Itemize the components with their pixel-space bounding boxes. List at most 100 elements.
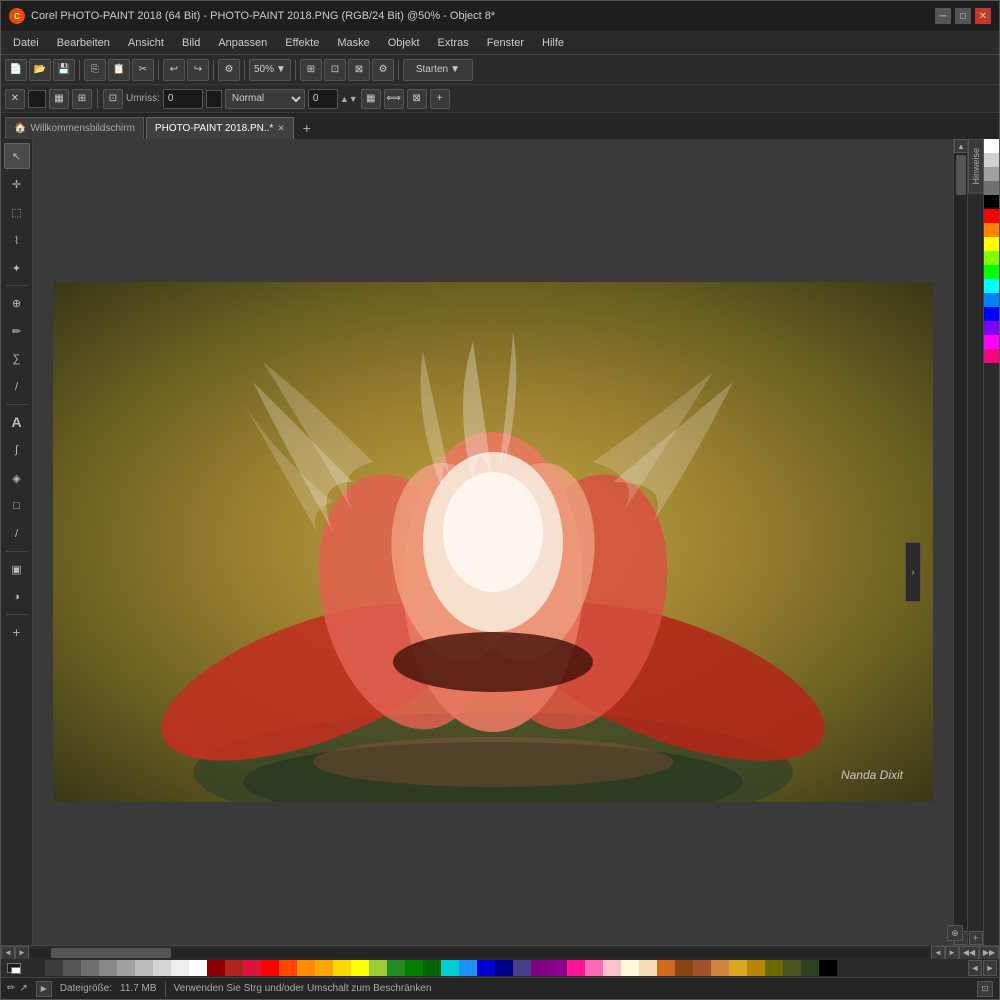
palette-next-btn[interactable]: ► [983,960,997,976]
tool-paint-bucket[interactable]: ◈ [4,465,30,491]
open-file-button[interactable]: 📂 [29,59,51,81]
maximize-button[interactable]: □ [955,8,971,24]
color-swatch-cyan[interactable] [984,279,999,293]
bc-swatch-armygreen[interactable] [783,960,801,976]
bc-swatch-sienna[interactable] [693,960,711,976]
bc-swatch-1[interactable] [45,960,63,976]
scroll-thumb[interactable] [956,155,966,195]
minimize-button[interactable]: ─ [935,8,951,24]
h-scroll-left-btn[interactable]: ◄ [1,946,15,960]
cut-button[interactable]: ✂ [132,59,154,81]
tool-zoom[interactable]: ⊕ [4,290,30,316]
menu-ansicht[interactable]: Ansicht [120,35,172,51]
tb2-arrow-btn[interactable]: ⟺ [384,89,404,109]
tab-file[interactable]: PHOTO-PAINT 2018.PN..* ✕ [146,117,294,139]
color-swatch-yellow[interactable] [984,237,999,251]
bc-swatch-wheat[interactable] [639,960,657,976]
color-swatch-blue[interactable] [984,293,999,307]
menu-maske[interactable]: Maske [329,35,377,51]
bc-swatch-yellow[interactable] [351,960,369,976]
status-info-btn[interactable]: ▶ [36,981,52,997]
bc-swatch-5[interactable] [117,960,135,976]
bc-swatch-4[interactable] [99,960,117,976]
menu-fenster[interactable]: Fenster [479,35,532,51]
bc-swatch-orangered[interactable] [279,960,297,976]
undo-button[interactable]: ↩ [163,59,185,81]
panel-collapse-btn[interactable]: › [905,542,921,602]
color-swatch-black[interactable] [984,195,999,209]
settings-wheel[interactable]: ⚙ [218,59,240,81]
menu-anpassen[interactable]: Anpassen [210,35,275,51]
scroll-up-btn[interactable]: ▲ [954,139,968,153]
bc-swatch-darkarmygreen[interactable] [801,960,819,976]
tool-add-plus[interactable]: + [4,619,30,645]
hints-plus-btn[interactable]: + [969,931,983,945]
tb2-checkerboard[interactable]: ▦ [361,89,381,109]
h-scroll-extra1[interactable]: ◀◀ [959,946,979,960]
view-btn1[interactable]: ⊞ [300,59,322,81]
bc-swatch-olive[interactable] [765,960,783,976]
bc-swatch-yellowgreen[interactable] [369,960,387,976]
bc-swatch-goldenrod[interactable] [729,960,747,976]
color-swatch-pink[interactable] [984,349,999,363]
tool-bw[interactable]: ◑ [4,584,30,610]
tool-move[interactable]: ✛ [4,171,30,197]
menu-bild[interactable]: Bild [174,35,208,51]
tb2-pattern-btn[interactable]: ▦ [49,89,69,109]
mode-select[interactable]: Normal Multiply Screen [225,89,305,109]
menu-bearbeiten[interactable]: Bearbeiten [49,35,118,51]
bc-swatch-chocolate[interactable] [657,960,675,976]
start-button[interactable]: Starten ▼ [403,59,473,81]
bg-color[interactable] [11,967,21,974]
settings-btn[interactable]: ⚙ [372,59,394,81]
foreground-background[interactable] [1,959,27,977]
bc-swatch-forestgreen[interactable] [387,960,405,976]
bc-swatch-hotpink[interactable] [585,960,603,976]
outline-color[interactable] [206,90,222,108]
color-swatch-white[interactable] [984,139,999,153]
color-swatch-lime[interactable] [984,251,999,265]
tool-magic-wand[interactable]: ✦ [4,255,30,281]
color-swatch-gray[interactable] [984,167,999,181]
redo-button[interactable]: ↪ [187,59,209,81]
tool-select[interactable]: ↖ [4,143,30,169]
feather-input[interactable] [308,89,338,109]
palette-prev-btn[interactable]: ◄ [968,960,982,976]
bc-swatch-red3[interactable] [261,960,279,976]
color-swatch-violet[interactable] [984,321,999,335]
tb2-color-swatch[interactable] [28,90,46,108]
bc-swatch-orange[interactable] [315,960,333,976]
color-swatch-lgray[interactable] [984,153,999,167]
menu-datei[interactable]: Datei [5,35,47,51]
tool-rect-select[interactable]: ⬚ [4,199,30,225]
bc-swatch-deeppink[interactable] [567,960,585,976]
save-button[interactable]: 💾 [53,59,75,81]
menu-objekt[interactable]: Objekt [380,35,428,51]
fg-color[interactable] [7,963,21,973]
tb2-x-button[interactable]: ✕ [5,89,25,109]
h-scroll-end-left[interactable]: ◄ [931,946,945,960]
bc-swatch-peru[interactable] [711,960,729,976]
bc-swatch-dodgerblue[interactable] [459,960,477,976]
menu-effekte[interactable]: Effekte [277,35,327,51]
tb2-grid-btn[interactable]: ⊞ [72,89,92,109]
canvas-image[interactable] [53,282,933,802]
bc-swatch-8[interactable] [171,960,189,976]
color-swatch-red[interactable] [984,209,999,223]
color-swatch-orange[interactable] [984,223,999,237]
zoom-corner-btn[interactable]: ⊕ [947,925,963,941]
bc-swatch-crimson[interactable] [243,960,261,976]
h-scroll-right-btn[interactable]: ► [15,946,29,960]
bc-swatch-medblue[interactable] [477,960,495,976]
color-swatch-dblue[interactable] [984,307,999,321]
bc-swatch-red2[interactable] [225,960,243,976]
view-btn2[interactable]: ⊡ [324,59,346,81]
tool-eyedropper[interactable]: ✏ [4,318,30,344]
bc-swatch-slateblue[interactable] [513,960,531,976]
outline-input[interactable] [163,89,203,109]
color-swatch-magenta[interactable] [984,335,999,349]
canvas-area[interactable]: Nanda Dixit › [33,139,953,945]
bc-swatch-darkgoldenrod[interactable] [747,960,765,976]
tool-path[interactable]: ∑ [4,346,30,372]
h-scroll-track[interactable] [31,948,929,958]
